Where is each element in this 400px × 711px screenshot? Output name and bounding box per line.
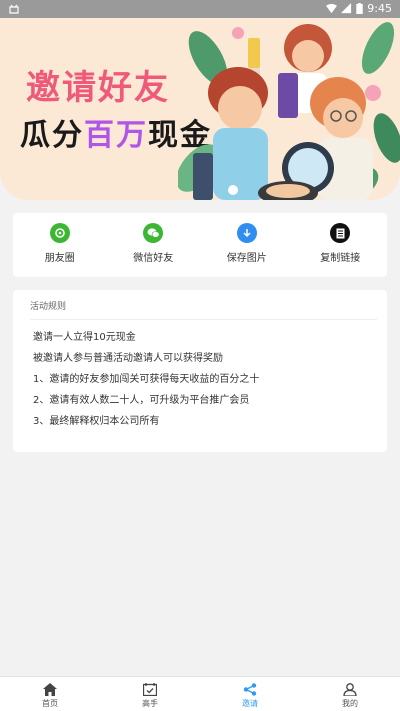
share-options-card: 朋友圈 微信好友 保存图片 复制链接 — [13, 213, 387, 277]
tab-experts-label: 高手 — [142, 699, 158, 708]
wechat-icon — [143, 223, 164, 243]
rule-item: 3、最终解释权归本公司所有 — [33, 416, 160, 427]
download-icon — [236, 223, 257, 243]
tab-mine[interactable]: 我的 — [300, 677, 400, 711]
banner-subtitle-highlight: 百万 — [84, 118, 148, 153]
bottom-tab-bar: 首页 高手 邀请 我的 — [0, 676, 400, 711]
tab-home[interactable]: 首页 — [0, 677, 100, 711]
status-indicators: 9:45 — [326, 2, 392, 15]
profile-icon — [343, 683, 357, 696]
wifi-icon — [326, 3, 338, 14]
calendar-check-icon — [143, 683, 157, 696]
rules-divider — [30, 319, 377, 320]
rule-item: 1、邀请的好友参加闯关可获得每天收益的百分之十 — [33, 374, 260, 385]
tab-home-label: 首页 — [42, 699, 58, 708]
status-time: 9:45 — [367, 2, 392, 15]
rule-item: 邀请一人立得10元现金 — [33, 332, 136, 343]
save-image-label: 保存图片 — [226, 253, 267, 264]
activity-rules-card: 活动规则 邀请一人立得10元现金 被邀请人参与普通活动邀请人可以获得奖励 1、邀… — [13, 290, 387, 452]
banner-title: 邀请好友 — [26, 68, 170, 108]
share-moments[interactable]: 朋友圈 — [13, 213, 107, 277]
home-icon — [43, 683, 57, 696]
tab-invite[interactable]: 邀请 — [200, 677, 300, 711]
moments-icon — [49, 223, 70, 243]
rules-title: 活动规则 — [30, 302, 67, 312]
share-moments-label: 朋友圈 — [44, 253, 75, 264]
status-bar: 9:45 — [0, 0, 400, 18]
tab-experts[interactable]: 高手 — [100, 677, 200, 711]
banner-subtitle-prefix: 瓜分 — [20, 118, 84, 153]
copy-link-button[interactable]: 复制链接 — [294, 213, 388, 277]
rule-item: 2、邀请有效人数二十人，可升级为平台推广会员 — [33, 395, 250, 406]
share-wechat-label: 微信好友 — [133, 253, 174, 264]
share-icon — [243, 683, 257, 696]
banner-illustration — [178, 22, 400, 200]
copy-link-label: 复制链接 — [320, 253, 361, 264]
battery-icon — [356, 3, 364, 14]
android-notification-icon — [8, 3, 20, 18]
invite-banner: 邀请好友 瓜分百万现金 — [0, 18, 400, 200]
share-wechat-friend[interactable]: 微信好友 — [107, 213, 201, 277]
signal-icon — [341, 3, 352, 14]
save-image-button[interactable]: 保存图片 — [200, 213, 294, 277]
tab-mine-label: 我的 — [342, 699, 358, 708]
rule-item: 被邀请人参与普通活动邀请人可以获得奖励 — [33, 353, 223, 364]
tab-invite-label: 邀请 — [242, 699, 258, 708]
copy-link-icon — [330, 223, 351, 243]
